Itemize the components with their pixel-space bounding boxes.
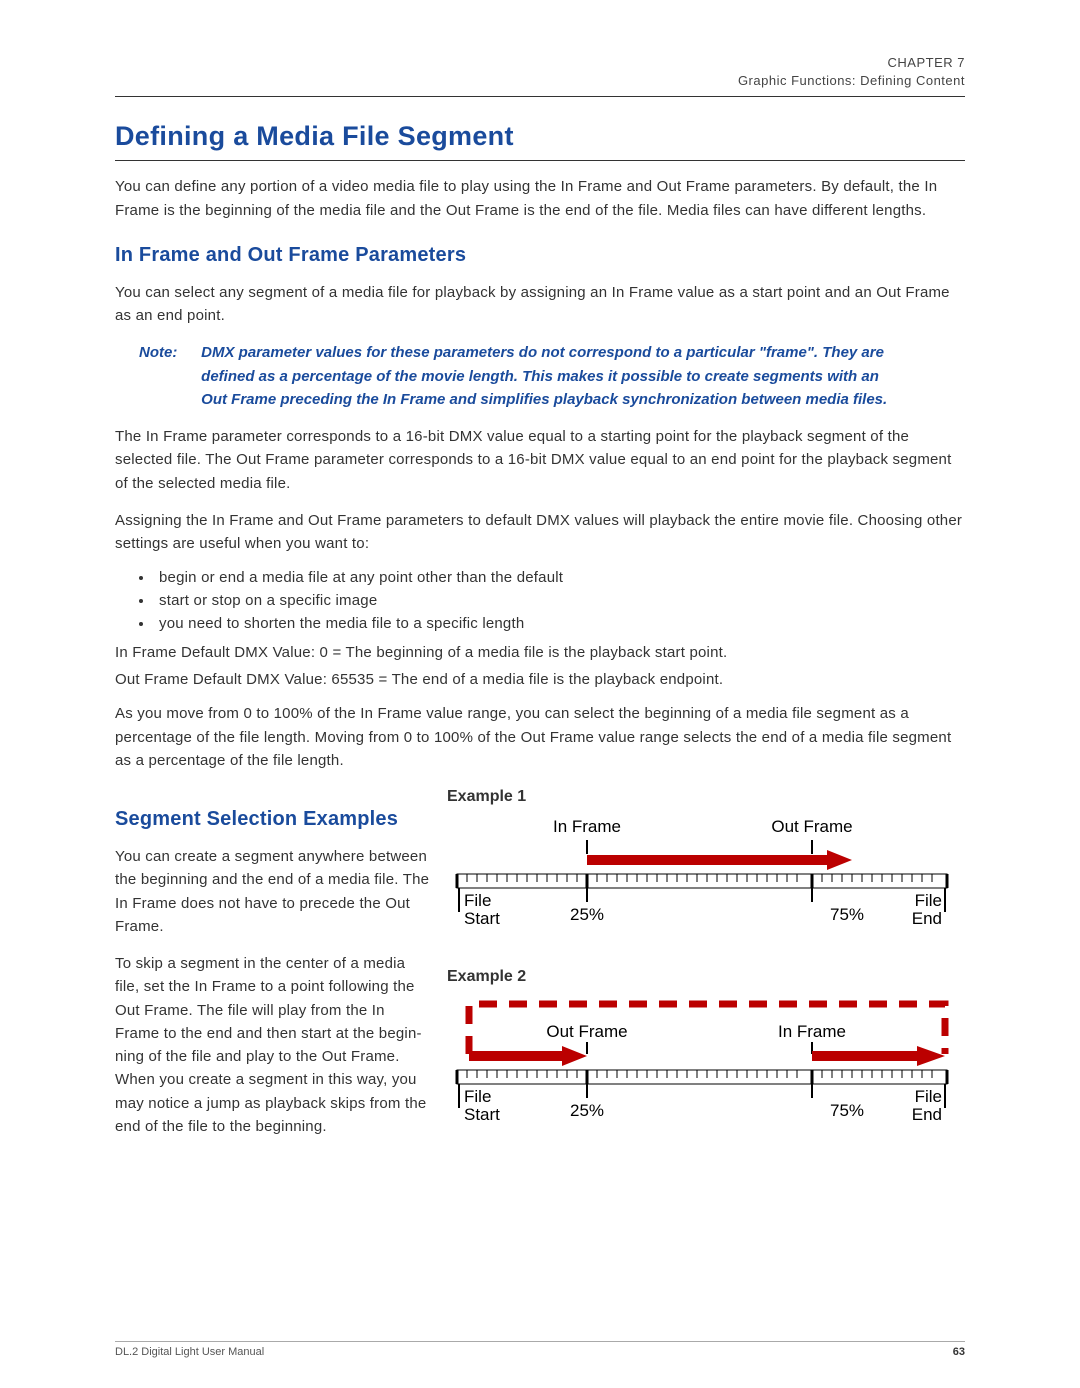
e1-file-end-2: End xyxy=(912,909,942,928)
note-block: Note: DMX parameter values for these par… xyxy=(139,341,965,411)
in-frame-default: In Frame Default DMX Value: 0 = The begi… xyxy=(115,644,965,661)
example1-diagram: In Frame Out Frame xyxy=(447,812,957,942)
example1-title: Example 1 xyxy=(447,788,965,806)
e1-file-end-1: File xyxy=(915,891,942,910)
list-item: start or stop on a specific image xyxy=(139,592,965,609)
chapter-label: CHAPTER 7 xyxy=(115,54,965,72)
e2-out-label: Out Frame xyxy=(546,1022,627,1041)
e1-file-start-2: Start xyxy=(464,909,500,928)
section1-p2: The In Frame parameter corresponds to a … xyxy=(115,425,965,495)
page-title: Defining a Media File Segment xyxy=(115,121,965,161)
example2-diagram: Out Frame In Frame xyxy=(447,992,957,1137)
section1-p4: As you move from 0 to 100% of the In Fra… xyxy=(115,702,965,772)
section2-p2: To skip a segment in the center of a med… xyxy=(115,952,431,1138)
example2-title: Example 2 xyxy=(447,968,965,986)
section2-p1: You can create a segment anywhere betwee… xyxy=(115,845,431,938)
svg-text:File: File xyxy=(915,1087,942,1106)
e1-out-label: Out Frame xyxy=(771,817,852,836)
svg-text:End: End xyxy=(912,1105,942,1124)
e1-pct-hi: 75% xyxy=(830,905,864,924)
page-header: CHAPTER 7 Graphic Functions: Defining Co… xyxy=(115,54,965,97)
section1-p1: You can select any segment of a media fi… xyxy=(115,281,965,328)
e2-pct-lo: 25% xyxy=(570,1101,604,1120)
section1-p3: Assigning the In Frame and Out Frame par… xyxy=(115,509,965,556)
page-footer: DL.2 Digital Light User Manual 63 xyxy=(115,1341,965,1358)
section2-heading: Segment Selection Examples xyxy=(115,808,431,831)
section1-bullets: begin or end a media file at any point o… xyxy=(139,569,965,632)
section1-heading: In Frame and Out Frame Parameters xyxy=(115,244,965,267)
e1-in-label: In Frame xyxy=(553,817,621,836)
note-body: DMX parameter values for these parameter… xyxy=(201,341,901,411)
e1-file-start-1: File xyxy=(464,891,491,910)
list-item: begin or end a media file at any point o… xyxy=(139,569,965,586)
note-label: Note: xyxy=(139,341,197,364)
e2-in-label: In Frame xyxy=(778,1022,846,1041)
out-frame-default: Out Frame Default DMX Value: 65535 = The… xyxy=(115,671,965,688)
page-number: 63 xyxy=(953,1346,965,1358)
intro-paragraph: You can define any portion of a video me… xyxy=(115,175,965,222)
ruler-icon xyxy=(457,1070,947,1084)
svg-text:File: File xyxy=(464,1087,491,1106)
e1-pct-lo: 25% xyxy=(570,905,604,924)
footer-left: DL.2 Digital Light User Manual xyxy=(115,1346,264,1358)
list-item: you need to shorten the media file to a … xyxy=(139,615,965,632)
ruler-icon xyxy=(457,874,947,888)
svg-text:Start: Start xyxy=(464,1105,500,1124)
section-label: Graphic Functions: Defining Content xyxy=(115,72,965,90)
e2-pct-hi: 75% xyxy=(830,1101,864,1120)
